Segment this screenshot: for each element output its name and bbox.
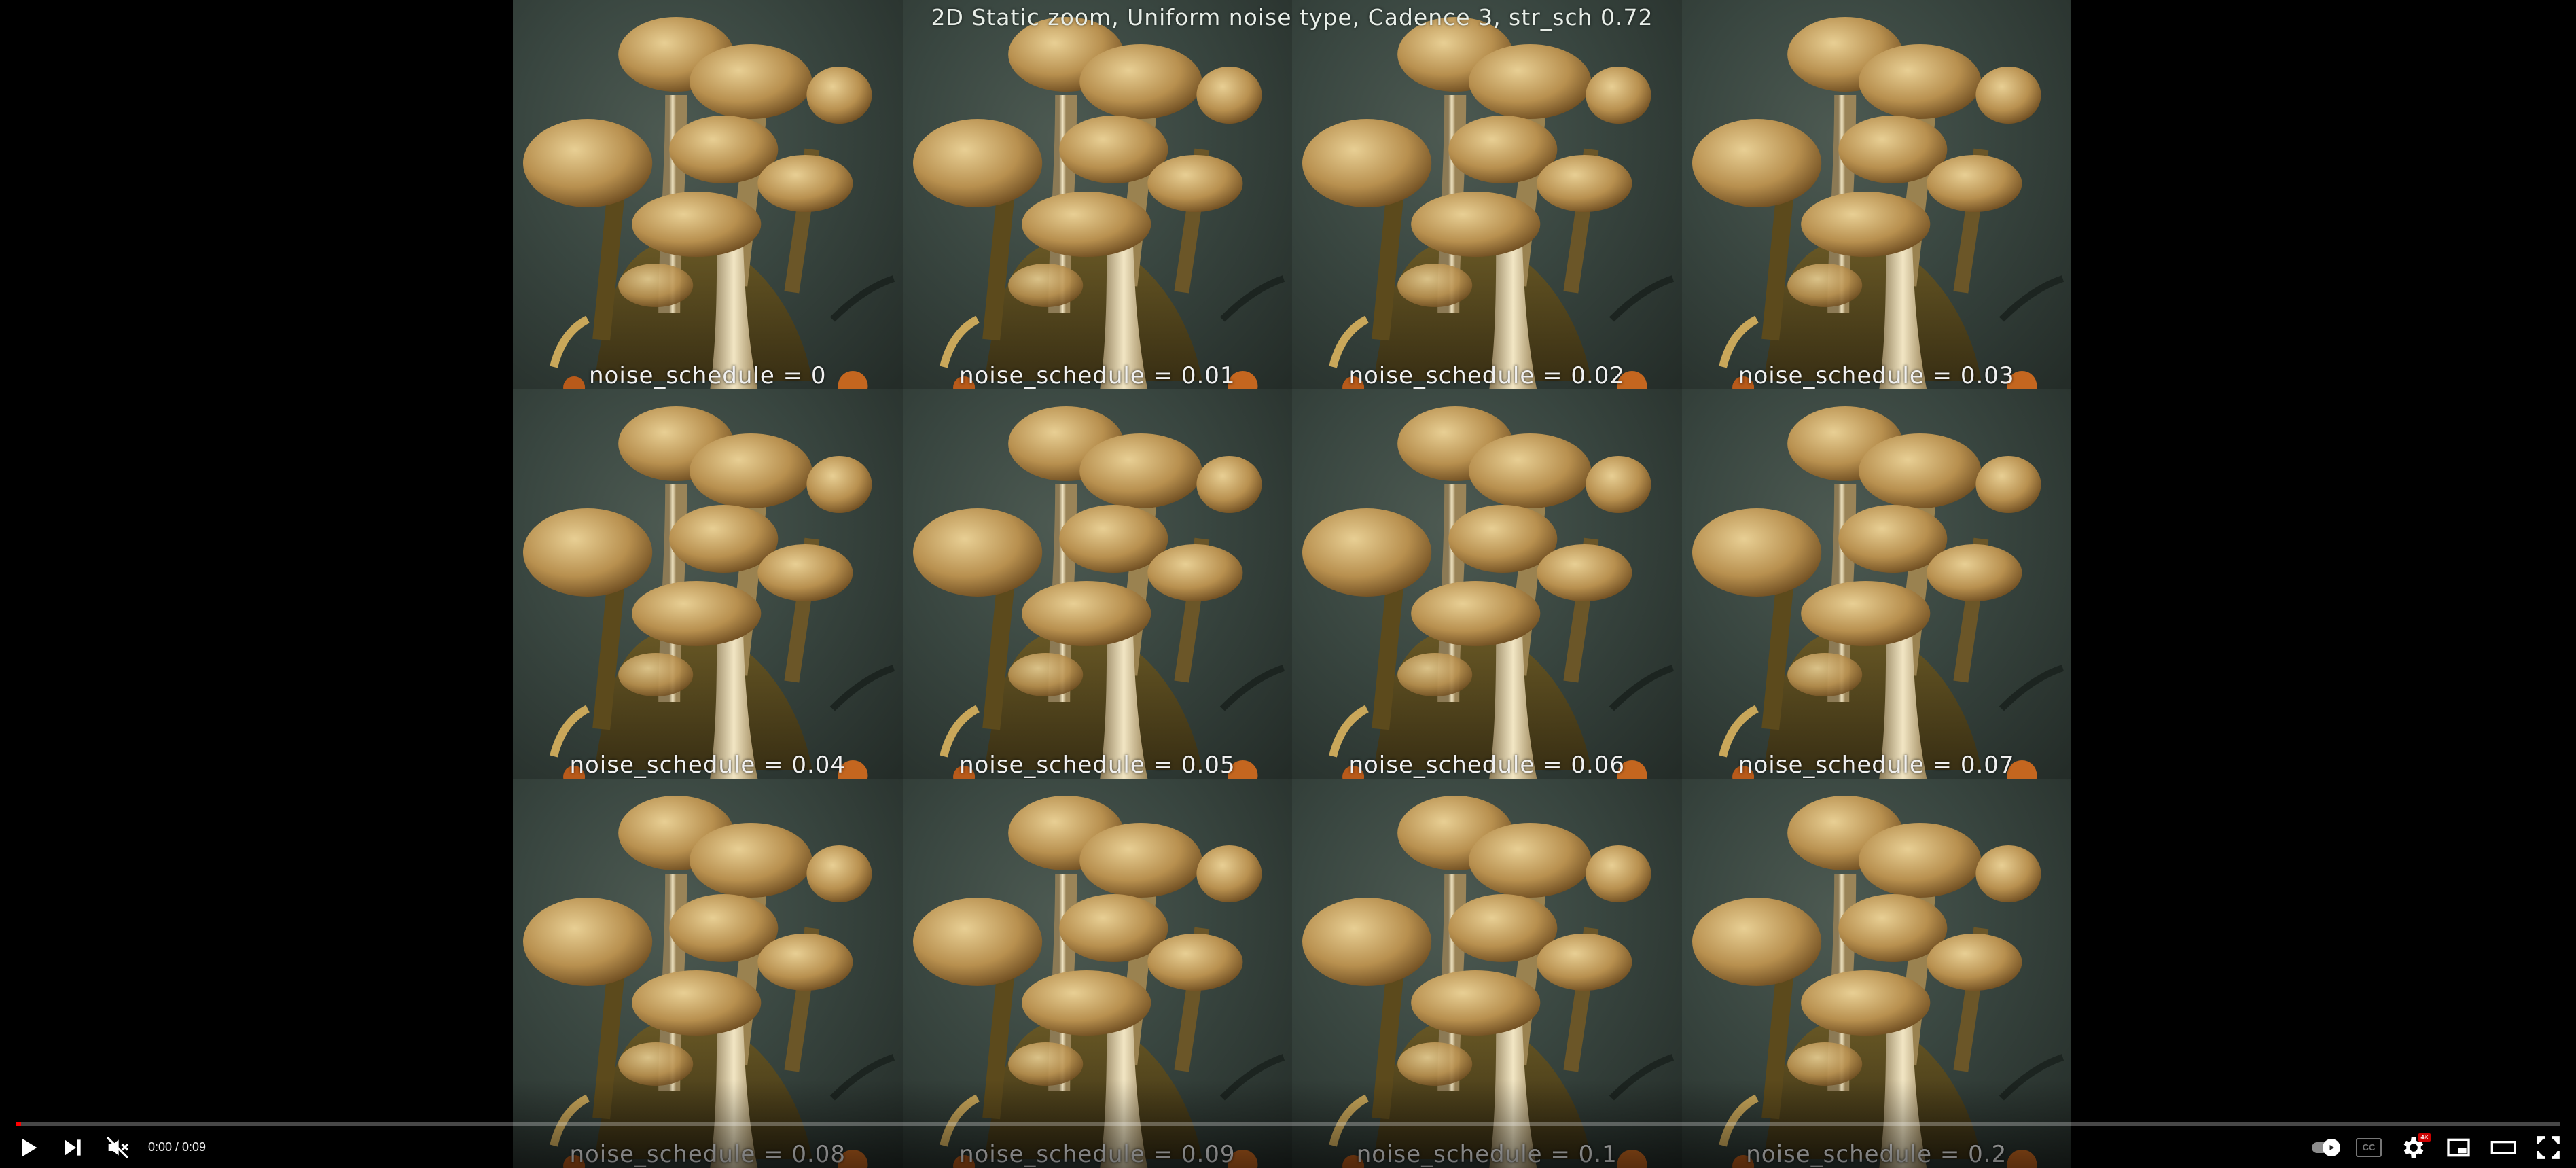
mushroom-art <box>1692 17 2064 389</box>
grid-tile: noise_schedule = 0.09 <box>902 779 1292 1168</box>
miniplayer-button[interactable] <box>2436 1128 2481 1167</box>
progress-played <box>16 1122 22 1126</box>
autoplay-toggle-icon <box>2323 1138 2340 1156</box>
mushroom-art <box>1302 796 1675 1168</box>
grid-tile: noise_schedule = 0.03 <box>1681 0 2071 389</box>
mushroom-art <box>912 796 1285 1168</box>
grid-tile: noise_schedule = 0.08 <box>513 779 903 1168</box>
grid-tile: noise_schedule = 0.05 <box>902 389 1292 779</box>
video-frame[interactable]: 2D Static zoom, Uniform noise type, Cade… <box>513 0 2071 1168</box>
mushroom-art <box>1692 406 2064 779</box>
grid-tile: noise_schedule = 0.07 <box>1681 389 2071 779</box>
video-overlay-title: 2D Static zoom, Uniform noise type, Cade… <box>931 4 1653 31</box>
quality-badge: 4K <box>2418 1133 2431 1142</box>
player-controls: 0:00 / 0:09 CC 4K <box>0 1128 2576 1167</box>
tile-label: noise_schedule = 0 <box>588 362 827 389</box>
grid-tile: noise_schedule = 0.01 <box>902 0 1292 389</box>
tile-label: noise_schedule = 0.06 <box>1348 751 1626 779</box>
volume-muted-icon <box>106 1136 129 1158</box>
tile-label: noise_schedule = 0.03 <box>1738 362 2015 389</box>
fullscreen-icon <box>2537 1135 2560 1159</box>
tile-label: noise_schedule = 0.01 <box>959 362 1236 389</box>
autoplay-track <box>2312 1138 2340 1156</box>
theater-mode-button[interactable] <box>2481 1128 2526 1167</box>
miniplayer-icon <box>2447 1138 2470 1156</box>
grid-tile: noise_schedule = 0.02 <box>1292 0 1682 389</box>
fullscreen-button[interactable] <box>2526 1128 2571 1167</box>
mushroom-art <box>1302 17 1675 389</box>
mushroom-grid: noise_schedule = 0 noise_schedule = 0.01 <box>513 0 2071 1168</box>
mushroom-art <box>1302 406 1675 779</box>
mushroom-art <box>523 406 895 779</box>
settings-button[interactable]: 4K <box>2391 1128 2436 1167</box>
mushroom-art <box>523 796 895 1168</box>
mute-button[interactable] <box>95 1128 140 1167</box>
play-icon <box>22 1138 37 1156</box>
mushroom-art <box>523 17 895 389</box>
mushroom-art <box>912 406 1285 779</box>
tile-label: noise_schedule = 0.04 <box>569 751 846 779</box>
grid-tile: noise_schedule = 0.2 <box>1681 779 2071 1168</box>
theater-mode-icon <box>2490 1140 2516 1154</box>
play-button[interactable] <box>5 1128 50 1167</box>
subtitles-button[interactable]: CC <box>2346 1128 2391 1167</box>
next-icon <box>65 1139 81 1156</box>
grid-tile: noise_schedule = 0 <box>513 0 903 389</box>
tile-label: noise_schedule = 0.02 <box>1348 362 1626 389</box>
time-display: 0:00 / 0:09 <box>148 1140 207 1154</box>
mushroom-art <box>1692 796 2064 1168</box>
cc-icon: CC <box>2356 1137 2382 1157</box>
progress-bar[interactable] <box>16 1122 2560 1126</box>
grid-tile: noise_schedule = 0.06 <box>1292 389 1682 779</box>
autoplay-toggle[interactable] <box>2302 1128 2346 1167</box>
tile-label: noise_schedule = 0.05 <box>959 751 1236 779</box>
grid-tile: noise_schedule = 0.04 <box>513 389 903 779</box>
mushroom-art <box>912 17 1285 389</box>
grid-tile: noise_schedule = 0.1 <box>1292 779 1682 1168</box>
video-player[interactable]: 2D Static zoom, Uniform noise type, Cade… <box>0 0 2576 1168</box>
tile-label: noise_schedule = 0.07 <box>1738 751 2015 779</box>
next-button[interactable] <box>50 1128 95 1167</box>
